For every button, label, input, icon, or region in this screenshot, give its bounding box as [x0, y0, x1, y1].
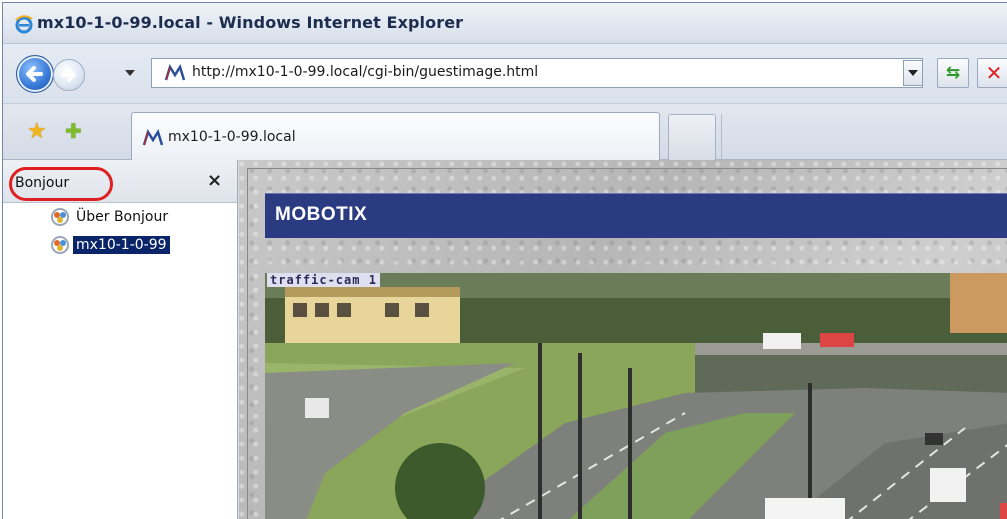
camera-scene	[265, 273, 1007, 519]
address-bar[interactable]: http://mx10-1-0-99.local/cgi-bin/guestim…	[151, 58, 923, 88]
page-title: MOBOTIX	[275, 204, 368, 225]
camera-overlay-label: traffic-cam 1	[267, 273, 380, 287]
refresh-icon: ⇆	[945, 63, 961, 83]
tab-label: mx10-1-0-99.local	[168, 129, 296, 145]
forward-button[interactable]	[53, 59, 85, 91]
tree-item-label: mx10-1-0-99	[73, 236, 170, 254]
tab-row: ★ ✚ mx10-1-0-99.local	[3, 104, 1007, 160]
toolbar-divider	[721, 114, 722, 159]
back-button[interactable]	[16, 55, 54, 93]
explorer-bar: Bonjour × Über Bonjour mx10-1-0-99	[3, 160, 238, 519]
new-tab-button[interactable]	[668, 114, 716, 160]
mobotix-favicon-icon	[164, 64, 186, 81]
recent-pages-dropdown[interactable]	[125, 70, 135, 76]
page-content: MOBOTIX traffic-cam 1	[239, 160, 1007, 519]
close-icon[interactable]: ×	[207, 170, 222, 191]
bonjour-icon	[51, 236, 69, 254]
tree-item-label: Über Bonjour	[76, 209, 169, 225]
stop-icon: ✕	[985, 61, 1003, 85]
tab-mx10-1-0-99[interactable]: mx10-1-0-99.local	[131, 112, 660, 160]
explorer-header: Bonjour ×	[3, 160, 237, 203]
favorites-star-icon[interactable]: ★	[27, 119, 47, 144]
browser-window: mx10-1-0-99.local - Windows Internet Exp…	[2, 2, 1007, 519]
window-title: mx10-1-0-99.local - Windows Internet Exp…	[37, 13, 464, 32]
stop-button[interactable]: ✕	[977, 58, 1007, 88]
camera-image: traffic-cam 1	[265, 273, 1007, 519]
title-bar: mx10-1-0-99.local - Windows Internet Exp…	[3, 3, 1007, 44]
bonjour-icon	[51, 208, 69, 226]
ie-logo-icon	[15, 15, 33, 34]
add-favorite-icon[interactable]: ✚	[65, 119, 82, 143]
mobotix-header: MOBOTIX	[265, 193, 1007, 238]
mobotix-favicon-icon	[142, 129, 164, 146]
forward-arrow-icon	[61, 68, 76, 82]
back-arrow-icon	[26, 66, 43, 82]
address-row: http://mx10-1-0-99.local/cgi-bin/guestim…	[3, 44, 1007, 104]
address-dropdown-button[interactable]	[903, 60, 923, 86]
address-url[interactable]: http://mx10-1-0-99.local/cgi-bin/guestim…	[192, 64, 538, 80]
refresh-button[interactable]: ⇆	[937, 58, 969, 88]
highlight-ring	[9, 167, 113, 201]
